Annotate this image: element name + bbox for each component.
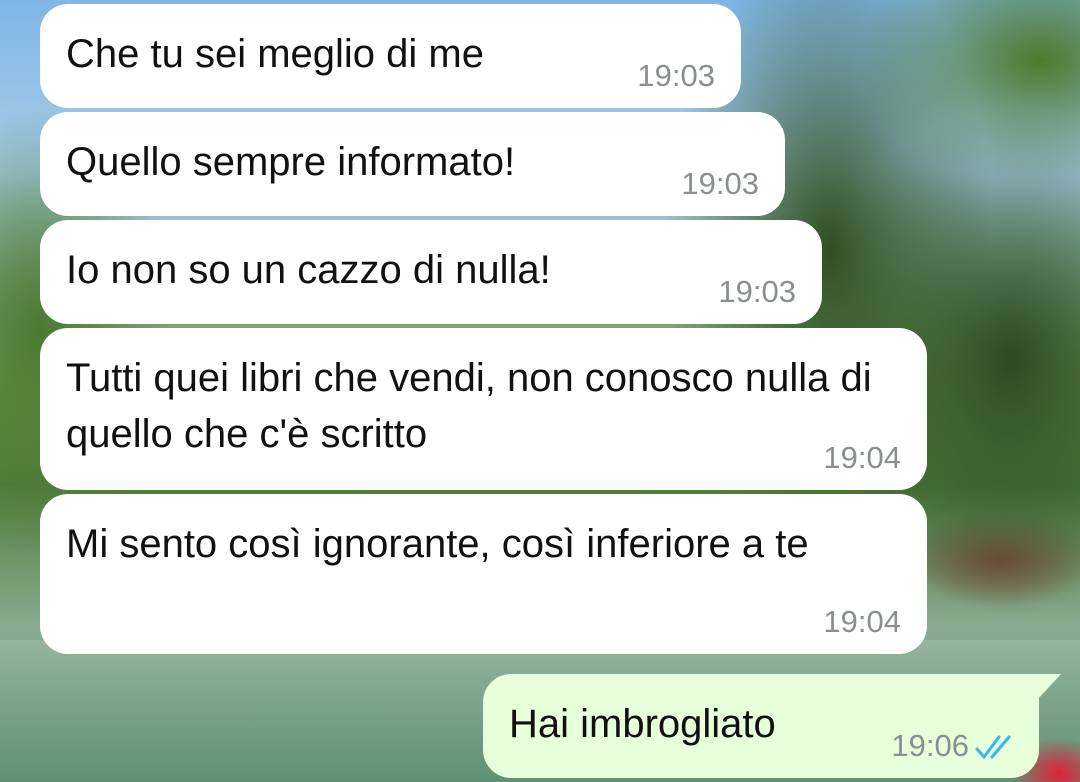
message-bubble-outgoing[interactable]: Hai imbrogliato 19:06: [483, 674, 1061, 778]
bubble-tail: [1037, 674, 1061, 700]
message-timestamp: 19:04: [823, 604, 901, 639]
message-timestamp: 19:03: [637, 58, 715, 93]
message-bubble-incoming[interactable]: Quello sempre informato! 19:03: [40, 112, 785, 216]
message-text: Io non so un cazzo di nulla!: [66, 248, 551, 292]
message-bubble-incoming[interactable]: Che tu sei meglio di me 19:03: [40, 4, 741, 108]
message-bubble-incoming[interactable]: Io non so un cazzo di nulla! 19:03: [40, 220, 822, 324]
message-text: Quello sempre informato!: [66, 140, 516, 184]
double-check-read-icon: [975, 735, 1011, 759]
message-text: Che tu sei meglio di me: [66, 32, 484, 76]
message-text: Mi sento così ignorante, così inferiore …: [66, 522, 809, 566]
message-bubble-incoming[interactable]: Mi sento così ignorante, così inferiore …: [40, 494, 927, 654]
message-text: Tutti quei libri che vendi, non conosco …: [66, 356, 872, 456]
message-timestamp: 19:06: [891, 728, 969, 763]
message-timestamp: 19:04: [823, 440, 901, 475]
message-bubble-incoming[interactable]: Tutti quei libri che vendi, non conosco …: [40, 328, 927, 490]
message-timestamp: 19:03: [718, 274, 796, 309]
message-timestamp: 19:03: [681, 166, 759, 201]
